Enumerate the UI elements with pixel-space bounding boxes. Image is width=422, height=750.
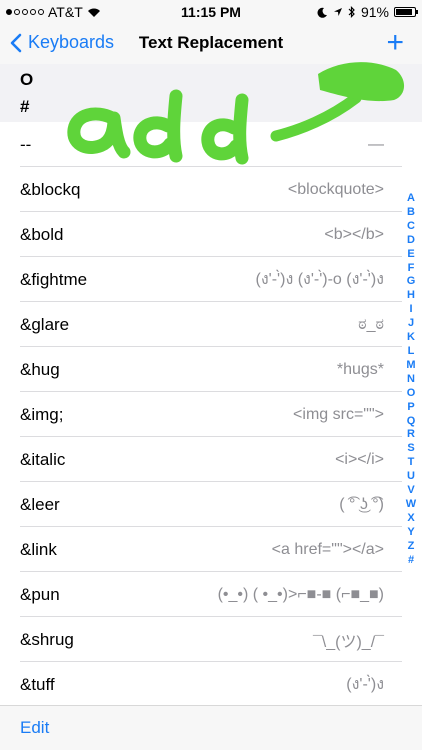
phrase-label: &hug (20, 359, 60, 379)
list-item[interactable]: &italic <i></i> (0, 437, 402, 482)
index-letter[interactable]: L (408, 345, 415, 359)
index-letter[interactable]: F (408, 262, 415, 276)
list-item[interactable]: &tuff (ง'-'̀)ง (0, 662, 402, 707)
shortcut-label: (ง'-'̀)ง (346, 676, 384, 693)
index-letter[interactable]: M (406, 359, 415, 373)
list-item[interactable]: &fightme (ง'-'̀)ง (ง'-'̀)-o (ง'-'̀)ง (0, 257, 402, 302)
index-letter[interactable]: A (407, 192, 415, 206)
index-letter[interactable]: D (407, 234, 415, 248)
index-letter[interactable]: T (408, 456, 415, 470)
index-letter[interactable]: B (407, 206, 415, 220)
shortcut-label: <img src=""> (293, 405, 384, 423)
phrase-label: &glare (20, 314, 70, 334)
index-letter[interactable]: W (406, 498, 416, 512)
index-letter[interactable]: U (407, 470, 415, 484)
index-letter[interactable]: Z (408, 540, 415, 554)
section-header-hash: # (0, 93, 422, 122)
battery-percent: 91% (360, 4, 389, 20)
phrase-label: &pun (20, 584, 60, 604)
battery-icon (394, 7, 418, 17)
section-header-o-label: O (20, 70, 34, 89)
index-letter[interactable]: P (407, 401, 414, 415)
index-letter[interactable]: O (407, 387, 416, 401)
edit-button[interactable]: Edit (20, 718, 49, 738)
index-letter[interactable]: C (407, 220, 415, 234)
location-arrow-icon (333, 8, 342, 16)
index-letter[interactable]: G (407, 275, 416, 289)
phrase-label: &link (20, 539, 57, 559)
list-item[interactable]: &pun (•_•) ( •_•)>⌐■-■ (⌐■_■) (0, 572, 402, 617)
shortcut-label: <blockquote> (287, 180, 384, 198)
index-letter[interactable]: K (407, 331, 415, 345)
list-item[interactable]: -- — (0, 122, 402, 167)
shortcut-label: ( ͡° ͜ʖ ͡°) (339, 495, 384, 513)
phrase-label: &blockq (20, 179, 81, 199)
shortcut-label: *hugs* (336, 360, 384, 378)
index-letter[interactable]: # (408, 554, 414, 568)
add-button[interactable]: + (386, 28, 404, 58)
index-letter[interactable]: V (407, 484, 414, 498)
index-letter[interactable]: N (407, 373, 415, 387)
shortcut-label: ಠ_ಠ (358, 315, 384, 333)
moon-icon (317, 7, 327, 18)
index-letter[interactable]: X (407, 512, 414, 526)
shortcut-label: <i></i> (335, 450, 384, 468)
status-bar: AT&T 11:15 PM 91% (0, 0, 422, 26)
shortcut-label: <b></b> (324, 225, 384, 243)
page-title: Text Replacement (138, 33, 284, 52)
section-header-hash-label: # (20, 97, 30, 116)
bottom-toolbar: Edit (0, 705, 422, 750)
section-index[interactable]: A B C D E F G H I J K L M N O P Q R S T U V W X Y Z # (404, 192, 418, 567)
phrase-label: -- (20, 134, 32, 154)
list-item[interactable]: &blockq <blockquote> (0, 167, 402, 212)
phrase-label: &bold (20, 224, 64, 244)
index-letter[interactable]: J (408, 317, 414, 331)
battery-fill (396, 9, 412, 15)
index-letter[interactable]: S (407, 442, 414, 456)
phrase-label: &fightme (20, 269, 88, 289)
shortcut-label: (ง'-'̀)ง (ง'-'̀)-o (ง'-'̀)ง (255, 271, 384, 288)
phrase-label: &img; (20, 404, 64, 424)
shortcut-label: — (368, 135, 384, 153)
index-letter[interactable]: Y (407, 526, 414, 540)
list-item[interactable]: &bold <b></b> (0, 212, 402, 257)
shortcut-label: (•_•) ( •_•)>⌐■-■ (⌐■_■) (217, 585, 384, 603)
list-item[interactable]: &shrug ¯\_(ツ)_/¯ (0, 617, 402, 662)
shortcut-label: ¯\_(ツ)_/¯ (312, 633, 384, 651)
phrase-label: &leer (20, 494, 60, 514)
list-item[interactable]: &link <a href=""></a> (0, 527, 402, 572)
index-letter[interactable]: H (407, 289, 415, 303)
list-item[interactable]: &hug *hugs* (0, 347, 402, 392)
phrase-label: &italic (20, 449, 66, 469)
index-letter[interactable]: I (409, 303, 412, 317)
list-item[interactable]: &leer ( ͡° ͜ʖ ͡°) (0, 482, 402, 527)
shortcut-label: <a href=""></a> (271, 540, 384, 558)
list-item[interactable]: &glare ಠ_ಠ (0, 302, 402, 347)
phrase-label: &tuff (20, 674, 55, 694)
index-letter[interactable]: R (407, 428, 415, 442)
section-header-o: O (0, 64, 422, 93)
bluetooth-icon (348, 6, 355, 18)
list-item[interactable]: &img; <img src=""> (0, 392, 402, 437)
navigation-bar: Keyboards Text Replacement + (0, 26, 422, 64)
index-letter[interactable]: Q (407, 415, 416, 429)
status-right: 91% (317, 4, 418, 20)
index-letter[interactable]: E (407, 248, 414, 262)
phrase-label: &shrug (20, 629, 74, 649)
